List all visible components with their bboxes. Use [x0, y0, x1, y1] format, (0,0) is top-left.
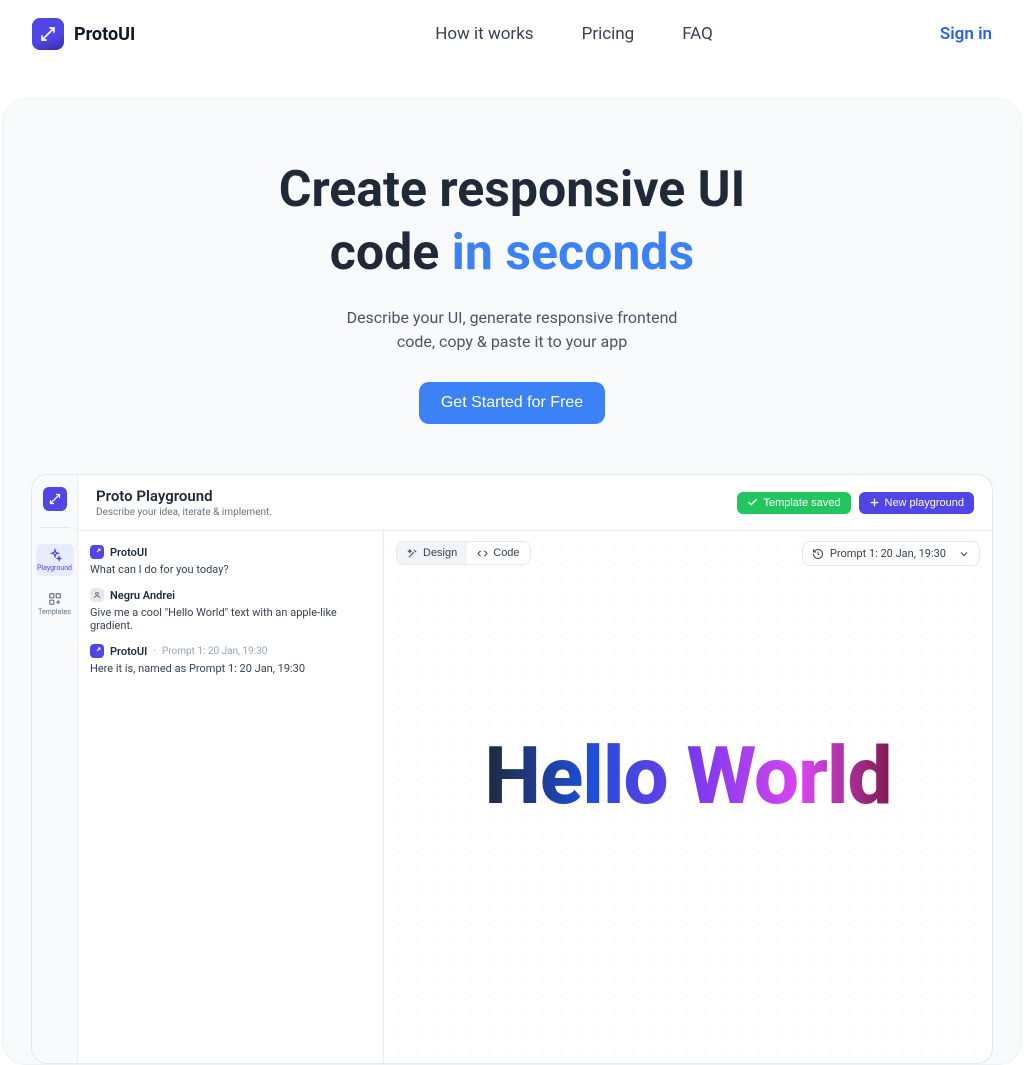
- hero-title: Create responsive UI code in seconds: [23, 159, 1001, 284]
- canvas-output-text: Hello World: [484, 729, 891, 823]
- nav-how-it-works[interactable]: How it works: [435, 24, 533, 44]
- template-saved-badge[interactable]: Template saved: [737, 492, 850, 514]
- sidebar-divider: [40, 527, 70, 528]
- canvas-tabs: Design Code: [396, 541, 531, 565]
- chat-message: ProtoUI What can I do for you today?: [90, 545, 371, 576]
- sidebar-item-templates[interactable]: Templates: [36, 588, 74, 620]
- prompt-select[interactable]: Prompt 1: 20 Jan, 19:30: [802, 541, 980, 566]
- grid-plus-icon: [48, 592, 62, 606]
- chat-message: ProtoUI · Prompt 1: 20 Jan, 19:30 Here i…: [90, 644, 371, 675]
- hero-subtitle: Describe your UI, generate responsive fr…: [23, 306, 1001, 354]
- canvas: Design Code Prompt 1: 20 Jan, 19:30 Hell…: [384, 531, 992, 1063]
- chevron-down-icon: [958, 548, 970, 560]
- plus-icon: [869, 497, 880, 508]
- check-icon: [747, 497, 758, 508]
- brand-name: ProtoUI: [74, 24, 135, 45]
- brand-icon: [32, 18, 64, 50]
- nav-pricing[interactable]: Pricing: [582, 24, 635, 44]
- code-icon: [477, 548, 488, 559]
- wand-icon: [407, 548, 418, 559]
- bot-avatar-icon: [90, 545, 104, 559]
- app-main: Proto Playground Describe your idea, ite…: [78, 475, 992, 1063]
- chat-message: Negru Andrei Give me a cool "Hello World…: [90, 588, 371, 632]
- sidebar-logo-icon[interactable]: [43, 487, 67, 511]
- app-preview: Playground Templates Proto Playground De…: [31, 474, 993, 1064]
- chat-panel: ProtoUI What can I do for you today? Neg…: [78, 531, 384, 1063]
- workspace: ProtoUI What can I do for you today? Neg…: [78, 531, 992, 1063]
- topbar-subtitle: Describe your idea, iterate & implement.: [96, 507, 272, 518]
- history-icon: [812, 548, 824, 560]
- app-topbar: Proto Playground Describe your idea, ite…: [78, 475, 992, 531]
- nav-faq[interactable]: FAQ: [682, 24, 713, 44]
- sidebar-item-playground[interactable]: Playground: [36, 544, 74, 576]
- signin-link[interactable]: Sign in: [940, 24, 992, 44]
- tab-design[interactable]: Design: [397, 542, 467, 564]
- sparkle-icon: [48, 548, 62, 562]
- site-header: ProtoUI How it works Pricing FAQ Sign in: [0, 0, 1024, 68]
- brand[interactable]: ProtoUI: [32, 18, 135, 50]
- nav: How it works Pricing FAQ: [435, 24, 713, 44]
- cta-button[interactable]: Get Started for Free: [419, 382, 605, 424]
- bot-avatar-icon: [90, 644, 104, 658]
- topbar-title: Proto Playground: [96, 487, 272, 505]
- new-playground-button[interactable]: New playground: [859, 492, 975, 514]
- hero-section: Create responsive UI code in seconds Des…: [2, 98, 1022, 1065]
- user-avatar-icon: [90, 588, 104, 602]
- tab-code[interactable]: Code: [467, 542, 529, 564]
- app-sidebar: Playground Templates: [32, 475, 78, 1063]
